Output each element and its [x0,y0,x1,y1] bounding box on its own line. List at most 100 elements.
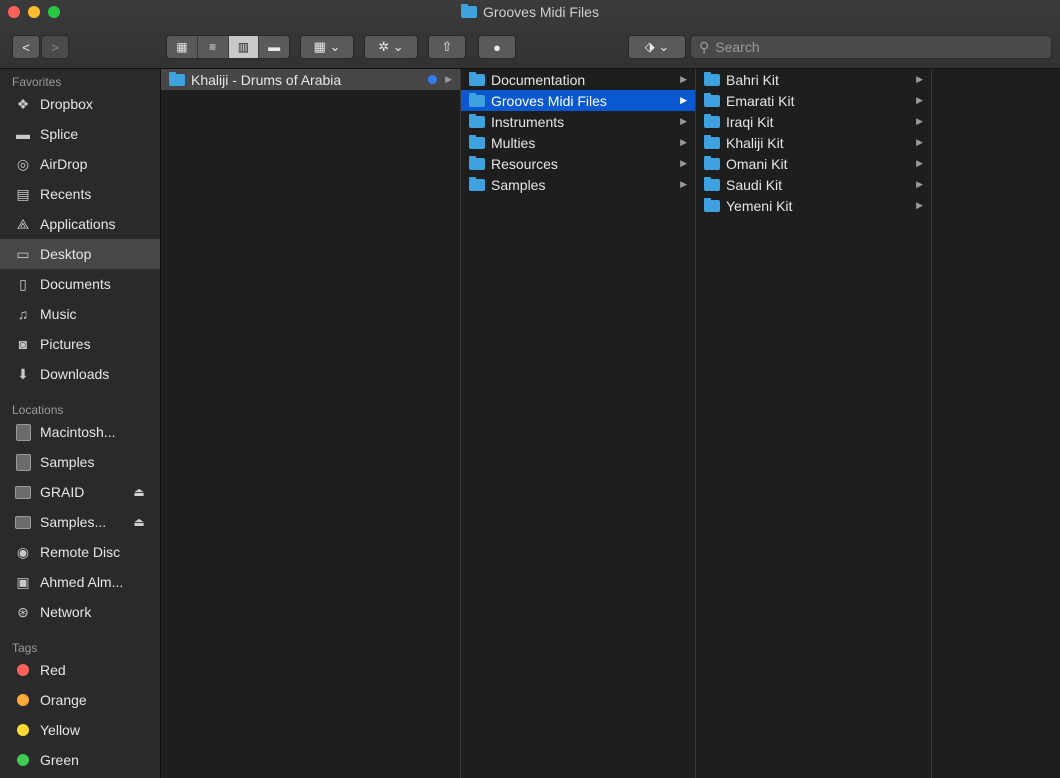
column-2: Documentation ▶ Grooves Midi Files ▶ Instrum… [461,69,696,778]
window-title: Grooves Midi Files [0,4,1060,20]
folder-name: Iraqi Kit [726,113,774,130]
sidebar-item-network[interactable]: ⊛ Network [0,597,160,627]
hard-drive-icon [14,423,32,441]
tag-label: Yellow [40,722,80,738]
tags-header: Tags [12,641,38,655]
sidebar-item-graid[interactable]: GRAID ⏏ [0,477,160,507]
folder-name: Yemeni Kit [726,197,793,214]
folder-row[interactable]: Samples ▶ [461,174,695,195]
toolbar: Grooves Midi Files < > ▦ ≡ ▥ ▬ ▦ ⌄ ✲ ⌄ ⇧… [0,0,1060,69]
share-button[interactable]: ⇧ [428,35,466,59]
folder-icon [469,71,485,86]
sidebar-item-samples[interactable]: Samples... ⏏ [0,507,160,537]
action-gear-button[interactable]: ✲ ⌄ [364,35,418,59]
folder-icon [461,4,478,18]
forward-button[interactable]: > [41,35,69,59]
tag-item-red[interactable]: Red [0,655,160,685]
disclosure-arrow-icon: ▶ [680,95,687,105]
search-placeholder: Search [715,39,760,55]
gallery-view-button[interactable]: ▬ [259,36,289,58]
folder-row[interactable]: Iraqi Kit ▶ [696,111,931,132]
folder-name: Saudi Kit [726,176,783,193]
folder-row[interactable]: Yemeni Kit ▶ [696,195,931,216]
folder-row[interactable]: Omani Kit ▶ [696,153,931,174]
folder-row[interactable]: Khaliji Kit ▶ [696,132,931,153]
folder-row[interactable]: Resources ▶ [461,153,695,174]
folder-icon [704,134,720,149]
sidebar-item-macintosh[interactable]: Macintosh... [0,417,160,447]
icon-view-button[interactable]: ▦ [167,36,198,58]
sidebar-item-label: Downloads [40,366,110,382]
sidebar-item-label: Splice [40,126,79,142]
favorites-header: Favorites [12,75,62,89]
folder-row[interactable]: Instruments ▶ [461,111,695,132]
folder-name: Bahri Kit [726,71,779,88]
downloads-icon: ⬇ [17,365,29,382]
sidebar-item-ahmed-alm[interactable]: ▣ Ahmed Alm... [0,567,160,597]
disclosure-arrow-icon: ▶ [445,74,452,84]
search-field[interactable]: ⚲ Search [690,35,1052,59]
sidebar-item-recents[interactable]: ▤ Recents [0,179,160,209]
folder-row[interactable]: Multies ▶ [461,132,695,153]
dropbox-button[interactable]: ⬗ ⌄ [628,35,686,59]
tag-color-dot-icon [17,754,29,766]
eject-icon[interactable]: ⏏ [130,485,148,499]
sidebar-item-pictures[interactable]: ◙ Pictures [0,329,160,359]
sidebar-item-samples[interactable]: Samples [0,447,160,477]
folder-icon [469,176,485,191]
folder-row[interactable]: Bahri Kit ▶ [696,69,931,90]
disclosure-arrow-icon: ▶ [916,74,923,84]
sidebar-item-remote-disc[interactable]: ◉ Remote Disc [0,537,160,567]
folder-row[interactable]: Documentation ▶ [461,69,695,90]
search-icon: ⚲ [699,38,710,55]
computer-icon: ▣ [16,573,30,590]
disclosure-arrow-icon: ▶ [916,95,923,105]
disclosure-arrow-icon: ▶ [916,158,923,168]
sidebar-item-documents[interactable]: ▯ Documents [0,269,160,299]
sidebar-item-splice[interactable]: ▬ Splice [0,119,160,149]
folder-row[interactable]: Khaliji - Drums of Arabia ▶ [161,69,460,90]
folder-icon [469,155,485,170]
sidebar-item-applications[interactable]: ⟁ Applications [0,209,160,239]
folder-name: Resources [491,155,558,172]
sidebar-item-dropbox[interactable]: ❖ Dropbox [0,89,160,119]
group-button[interactable]: ▦ ⌄ [300,35,354,59]
tag-label: Orange [40,692,87,708]
edit-tags-button[interactable]: ● [478,35,516,59]
tag-item-orange[interactable]: Orange [0,685,160,715]
folder-icon [169,71,185,86]
network-icon: ⊛ [17,603,29,620]
sidebar-item-label: Network [40,604,92,620]
disclosure-arrow-icon: ▶ [916,200,923,210]
sidebar-item-desktop[interactable]: ▭ Desktop [0,239,160,269]
folder-row[interactable]: Saudi Kit ▶ [696,174,931,195]
tag-color-dot-icon [17,694,29,706]
tag-color-dot-icon [17,724,29,736]
eject-icon[interactable]: ⏏ [130,515,148,529]
sidebar-item-music[interactable]: ♫ Music [0,299,160,329]
hard-drive-icon [14,453,32,471]
tag-label: Green [40,752,79,768]
sidebar-item-downloads[interactable]: ⬇ Downloads [0,359,160,389]
sidebar-item-label: Ahmed Alm... [40,574,124,590]
folder-row[interactable]: Emarati Kit ▶ [696,90,931,111]
folder-icon: ▬ [16,126,30,142]
sidebar-item-label: Desktop [40,246,92,262]
tag-item-yellow[interactable]: Yellow [0,715,160,745]
sidebar-item-label: Macintosh... [40,424,116,440]
external-drive-icon [14,483,32,501]
sidebar-item-label: Applications [40,216,116,232]
folder-row[interactable]: Grooves Midi Files ▶ [461,90,695,111]
recents-icon: ▤ [16,185,30,202]
folder-name: Samples [491,176,546,193]
sidebar-item-airdrop[interactable]: ◎ AirDrop [0,149,160,179]
folder-icon [704,176,720,191]
desktop-icon: ▭ [16,245,30,262]
sidebar-item-label: GRAID [40,484,85,500]
column-view-button[interactable]: ▥ [228,36,260,58]
column-4 [932,69,1060,778]
sidebar-item-label: Recents [40,186,92,202]
tag-item-green[interactable]: Green [0,745,160,775]
list-view-button[interactable]: ≡ [198,36,229,58]
back-button[interactable]: < [12,35,40,59]
